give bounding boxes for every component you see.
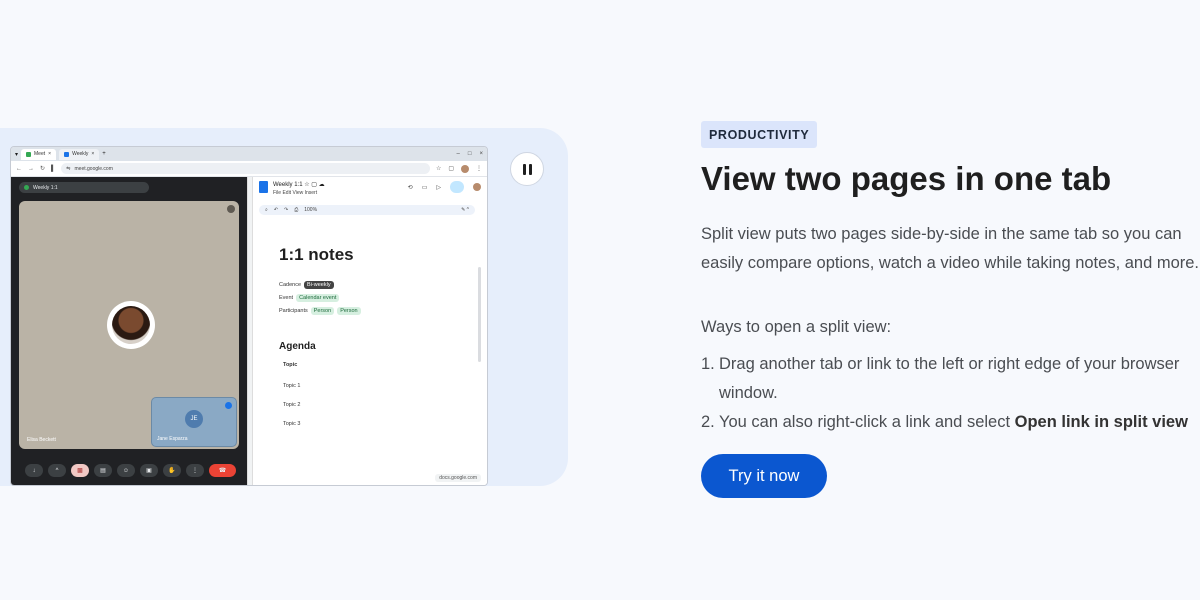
pause-icon xyxy=(522,163,532,175)
feature-content: PRODUCTIVITY View two pages in one tab S… xyxy=(701,0,1200,600)
participants-row: Participants Person Person xyxy=(279,307,467,315)
docs-title-block: Weekly 1:1 ☆ ▢ ☁ File Edit View Insert xyxy=(273,181,325,197)
profile-avatar xyxy=(473,183,481,191)
meet-icon xyxy=(26,151,32,157)
back-icon: ← xyxy=(16,165,22,172)
docs-title: Weekly 1:1 xyxy=(273,182,303,188)
tab-search-icon: ▾ xyxy=(15,151,19,158)
meet-logo-icon xyxy=(24,185,29,190)
steps-list: 1. Drag another tab or link to the left … xyxy=(701,350,1200,437)
try-it-now-button[interactable]: Try it now xyxy=(701,454,827,498)
split-panes: Weekly 1:1 Elisa Beckett JE Jane Esparza… xyxy=(11,177,487,485)
cadence-chip: Bi-weekly xyxy=(304,281,334,289)
star-icon: ☆ ▢ ☁ xyxy=(304,182,325,188)
doc-body: 1:1 notes Cadence Bi-weekly Event Calend… xyxy=(279,245,467,440)
profile-avatar xyxy=(461,164,469,173)
docs-actions: ⟲ ▭ ▷ xyxy=(408,181,481,193)
window-controls: – □ × xyxy=(457,151,483,157)
step-item: 2. You can also right-click a link and s… xyxy=(701,413,1188,431)
undo-icon: ↶ xyxy=(273,207,279,213)
speaker-name: Elisa Beckett xyxy=(27,437,56,443)
pause-button[interactable] xyxy=(510,152,544,186)
split-view-icon: ▌ xyxy=(51,165,56,172)
video-call-icon: ▷ xyxy=(436,184,441,191)
share-button-icon xyxy=(450,181,464,193)
topic-header: Topic xyxy=(283,362,298,368)
minimize-icon: – xyxy=(456,151,460,157)
tab-meet: Meet × xyxy=(21,148,57,160)
browser-toolbar: ← → ↻ ▌ ⇋ meet.google.com ☆ ▢ ⋮ xyxy=(11,161,487,177)
print-icon: ⎙ xyxy=(294,207,299,213)
initials-avatar: JE xyxy=(185,410,203,428)
meeting-title-pill: Weekly 1:1 xyxy=(19,182,149,193)
feature-description: Split view puts two pages side-by-side i… xyxy=(701,225,1200,272)
present-icon: ▣ xyxy=(140,464,158,477)
ways-intro: Ways to open a split view: xyxy=(701,318,892,336)
topic-item: Topic 2 xyxy=(283,402,301,408)
tile-options-icon xyxy=(227,205,235,213)
topic-item: Topic 1 xyxy=(283,383,301,389)
docs-header: Weekly 1:1 ☆ ▢ ☁ File Edit View Insert ⟲… xyxy=(259,181,481,203)
browser-tabstrip: ▾ Meet × Weekly × + – □ × xyxy=(11,147,487,161)
new-tab-icon: + xyxy=(102,151,106,157)
zoom-level: 100% xyxy=(304,207,318,213)
site-info-icon: ⇋ xyxy=(66,165,71,172)
participant-avatar xyxy=(107,301,155,349)
forward-icon: → xyxy=(28,165,34,172)
comment-icon: ▭ xyxy=(421,184,428,191)
mic-options-icon: ^ xyxy=(48,464,66,477)
more-icon: ⋮ xyxy=(476,165,482,172)
reload-icon: ↻ xyxy=(40,166,46,172)
maximize-icon: □ xyxy=(467,151,472,157)
step-emphasis: Open link in split view xyxy=(1014,413,1188,431)
search-icon: ⌕ xyxy=(265,207,268,213)
tab-docs: Weekly × xyxy=(59,148,100,160)
self-name: Jane Esparza xyxy=(157,436,188,442)
event-chip: Calendar event xyxy=(296,294,340,302)
event-row: Event Calendar event xyxy=(279,294,467,302)
docs-icon xyxy=(64,151,70,157)
camera-off-icon: ▩ xyxy=(71,464,89,477)
meet-controls: ↓ ^ ▩ ▤ ☺ ▣ ✋ ⋮ ☎ xyxy=(25,464,236,477)
agenda-heading: Agenda xyxy=(279,341,316,352)
captions-icon: ▤ xyxy=(94,464,112,477)
omnibox: ⇋ meet.google.com xyxy=(61,163,430,174)
star-icon: ☆ xyxy=(435,165,442,172)
cadence-row: Cadence Bi-weekly xyxy=(279,281,467,289)
mic-icon: ↓ xyxy=(25,464,43,477)
close-icon: × xyxy=(48,151,52,157)
extensions-icon: ▢ xyxy=(448,165,454,172)
history-icon: ⟲ xyxy=(407,184,413,191)
redo-icon: ↷ xyxy=(284,207,289,213)
toolbar-icons: ☆ ▢ ⋮ xyxy=(435,164,482,173)
docs-pane: Weekly 1:1 ☆ ▢ ☁ File Edit View Insert ⟲… xyxy=(253,177,487,485)
page-title: View two pages in one tab xyxy=(701,160,1112,197)
close-window-icon: × xyxy=(479,151,483,157)
docs-logo-icon xyxy=(259,181,268,193)
raise-hand-icon: ✋ xyxy=(163,464,181,477)
more-options-icon: ⋮ xyxy=(186,464,204,477)
person-chip: Person xyxy=(310,307,335,315)
emoji-icon: ☺ xyxy=(117,464,135,477)
self-view-tile: JE Jane Esparza xyxy=(151,397,237,447)
audio-indicator-icon xyxy=(225,402,232,409)
meet-pane: Weekly 1:1 Elisa Beckett JE Jane Esparza… xyxy=(11,177,247,485)
close-icon: × xyxy=(91,151,95,157)
docs-scrollbar xyxy=(478,267,481,362)
category-badge: PRODUCTIVITY xyxy=(701,121,818,148)
doc-heading: 1:1 notes xyxy=(279,245,354,264)
edit-mode-icon: ✎ ^ xyxy=(461,207,469,213)
docs-menu: File Edit View Insert xyxy=(273,190,318,196)
person-chip: Person xyxy=(337,307,361,315)
browser-mockup: ▾ Meet × Weekly × + – □ × ← → ↻ ▌ ⇋ meet… xyxy=(10,146,488,486)
docs-toolbar: ⌕ ↶ ↷ ⎙ 100% ✎ ^ xyxy=(259,205,475,215)
docs-url-chip: docs.google.com xyxy=(435,474,481,482)
step-item: 1. Drag another tab or link to the left … xyxy=(701,355,1180,402)
topic-item: Topic 3 xyxy=(283,421,301,427)
end-call-icon: ☎ xyxy=(209,464,236,477)
